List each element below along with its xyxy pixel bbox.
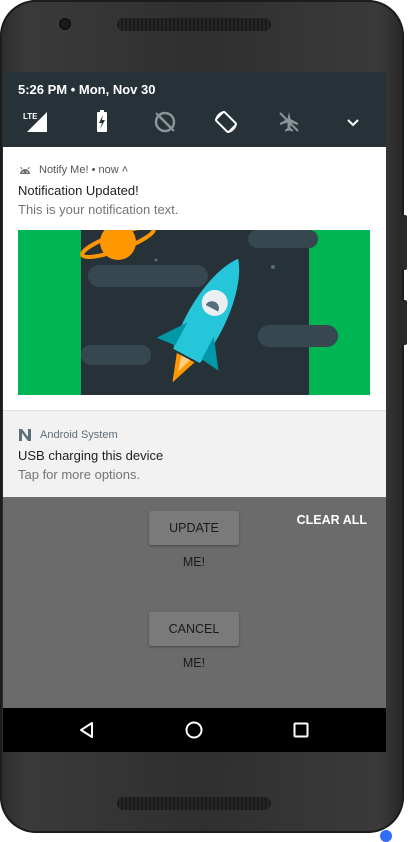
notification-text: Tap for more options. (18, 467, 141, 482)
cancel-me-button[interactable]: CANCEL ME! (149, 612, 239, 670)
notification-title: Notification Updated! (18, 183, 139, 198)
expand-chevron-icon[interactable] (339, 108, 367, 136)
back-icon[interactable] (77, 720, 97, 740)
recents-icon[interactable] (291, 720, 311, 740)
home-icon[interactable] (184, 720, 204, 740)
lte-signal-icon[interactable]: LTE (21, 108, 49, 136)
notification-text: This is your notification text. (18, 202, 179, 217)
do-not-disturb-off-icon[interactable] (151, 108, 179, 136)
bottom-speaker (117, 797, 271, 810)
update-me-button[interactable]: UPDATE ME! (149, 511, 239, 569)
power-button (402, 300, 407, 345)
airplane-mode-icon[interactable] (275, 108, 303, 136)
svg-text:LTE: LTE (23, 112, 38, 121)
phone-frame: 5:26 PM • Mon, Nov 30 LTE Notify Me! • n… (0, 0, 407, 833)
battery-charging-icon[interactable] (88, 108, 116, 136)
rocket-illustration (18, 230, 370, 395)
clear-all-button[interactable]: CLEAR ALL (297, 513, 367, 527)
corner-indicator (380, 830, 392, 842)
navigation-bar (3, 708, 386, 752)
status-time: 5:26 PM • Mon, Nov 30 (18, 82, 156, 97)
notification-app-name: Android System (40, 429, 118, 441)
notification-header: Android System (18, 427, 118, 443)
android-app-icon (20, 166, 30, 174)
notification-title: USB charging this device (18, 448, 164, 463)
quick-settings-row: LTE (3, 108, 386, 136)
screen: 5:26 PM • Mon, Nov 30 LTE Notify Me! • n… (3, 72, 386, 752)
notification-app-name: Notify Me! • now ˄ (39, 164, 129, 176)
auto-rotate-icon[interactable] (212, 108, 240, 136)
notification-notify-me[interactable]: Notify Me! • now ˄ Notification Updated!… (3, 147, 386, 410)
android-system-icon (19, 429, 31, 441)
notification-header: Notify Me! • now ˄ (18, 162, 128, 178)
notification-big-picture (18, 230, 370, 395)
notification-shade-header: 5:26 PM • Mon, Nov 30 LTE (3, 72, 386, 147)
front-camera (59, 18, 71, 30)
volume-button (402, 215, 407, 270)
notification-android-system[interactable]: Android System USB charging this device … (3, 410, 386, 497)
top-speaker (117, 18, 271, 31)
